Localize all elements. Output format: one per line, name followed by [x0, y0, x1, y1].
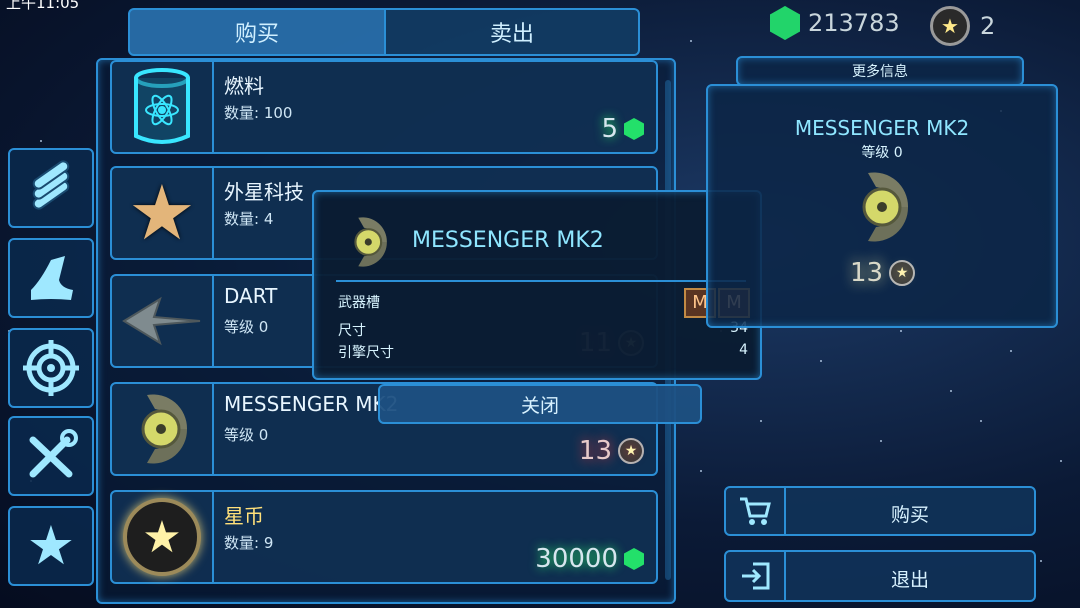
exit-label: 退出 [890, 569, 929, 591]
category-weapons-button[interactable] [8, 328, 94, 408]
list-item-fuel[interactable]: 燃料 数量: 100 5 [110, 60, 658, 154]
item-price: 13 ★ [579, 436, 644, 466]
hex-currency-icon [624, 548, 644, 570]
item-thumb [112, 62, 214, 152]
item-level: 等级 0 [224, 426, 269, 444]
cart-icon-box [726, 488, 786, 534]
tab-sell[interactable]: 卖出 [384, 8, 640, 56]
info-ship-level: 等级 0 [861, 145, 903, 161]
popup-row-value: 4 [739, 342, 748, 358]
item-name: 外星科技 [224, 180, 304, 204]
tab-sell-label: 卖出 [489, 22, 534, 47]
fuel-barrel-icon [134, 68, 190, 144]
buy-button[interactable]: 购买 [724, 486, 1036, 536]
info-panel: MESSENGER MK2 等级 0 13 ★ [706, 84, 1058, 328]
list-item-star-coins[interactable]: ★ 星币 数量: 9 30000 [110, 490, 658, 584]
item-price-value: 30000 [535, 544, 618, 574]
dart-ship-icon [122, 296, 201, 346]
item-name: 燃料 [224, 74, 264, 98]
exit-button[interactable]: 退出 [724, 550, 1036, 602]
star-currency-amount: 2 [980, 12, 996, 40]
category-ships-button[interactable] [8, 238, 94, 318]
popup-close-button[interactable]: 关闭 [378, 384, 702, 424]
exit-icon [742, 562, 770, 590]
hex-currency-icon [770, 6, 800, 40]
info-price: 13 ★ [850, 258, 916, 288]
category-special-button[interactable]: ★ [8, 506, 94, 586]
messenger-ship-icon [354, 217, 387, 267]
item-level: 等级 0 [224, 318, 269, 336]
green-currency: 213783 [770, 6, 900, 40]
item-quantity: 数量: 100 [224, 104, 293, 122]
popup-divider [336, 280, 746, 282]
popup-row-label: 引擎尺寸 [338, 345, 394, 361]
info-ship-name: MESSENGER MK2 [794, 116, 970, 140]
item-thumb [112, 384, 214, 474]
pipes-icon [32, 160, 70, 210]
popup-row-label: 尺寸 [338, 323, 366, 339]
tab-buy[interactable]: 购买 [128, 8, 386, 56]
star-coin-icon: ★ [930, 6, 970, 46]
star-coin-icon: ★ [889, 260, 916, 286]
item-thumb: ★ [112, 168, 214, 258]
item-detail-popup: MESSENGER MK2 武器槽 M M 尺寸 34 引擎尺寸 4 [312, 190, 762, 380]
item-quantity: 数量: 4 [224, 210, 274, 228]
popup-row-engine-size: 引擎尺寸 4 [338, 342, 748, 362]
target-icon [23, 340, 79, 396]
popup-row-size: 尺寸 34 [338, 320, 748, 340]
status-time: 上午11:05 [6, 0, 80, 12]
item-quantity: 数量: 9 [224, 534, 274, 552]
star-coin-large-icon: ★ [123, 498, 201, 576]
item-price: 30000 [535, 544, 644, 574]
item-thumb: ★ [112, 492, 214, 582]
cart-icon [740, 497, 771, 525]
popup-row-label: 武器槽 [338, 295, 380, 311]
popup-close-label: 关闭 [520, 394, 559, 417]
star-icon: ★ [26, 514, 76, 577]
popup-title: MESSENGER MK2 [412, 228, 604, 253]
hex-currency-icon [624, 118, 644, 140]
ship-part-icon [31, 256, 73, 300]
item-name: 星币 [224, 504, 264, 528]
item-name: MESSENGER MK2 [224, 392, 399, 416]
item-price-value: 5 [601, 114, 618, 144]
info-price-value: 13 [850, 258, 884, 288]
buy-label: 购买 [890, 504, 929, 526]
alien-tech-star-icon: ★ [127, 168, 197, 257]
messenger-ship-icon [141, 394, 188, 464]
item-price-value: 13 [578, 436, 612, 466]
tools-icon [29, 429, 78, 478]
more-info-header[interactable]: 更多信息 [736, 56, 1024, 86]
more-info-label: 更多信息 [852, 64, 908, 80]
category-materials-button[interactable] [8, 148, 94, 228]
tab-buy-label: 购买 [234, 22, 279, 47]
star-coin-icon: ★ [618, 438, 644, 464]
green-currency-amount: 213783 [808, 9, 900, 37]
item-price: 5 [601, 114, 644, 144]
category-tools-button[interactable] [8, 416, 94, 496]
messenger-ship-icon [862, 172, 909, 242]
item-thumb [112, 276, 214, 366]
exit-icon-box [726, 552, 786, 600]
item-name: DART [224, 284, 278, 308]
star-currency: ★ 2 [930, 6, 995, 46]
